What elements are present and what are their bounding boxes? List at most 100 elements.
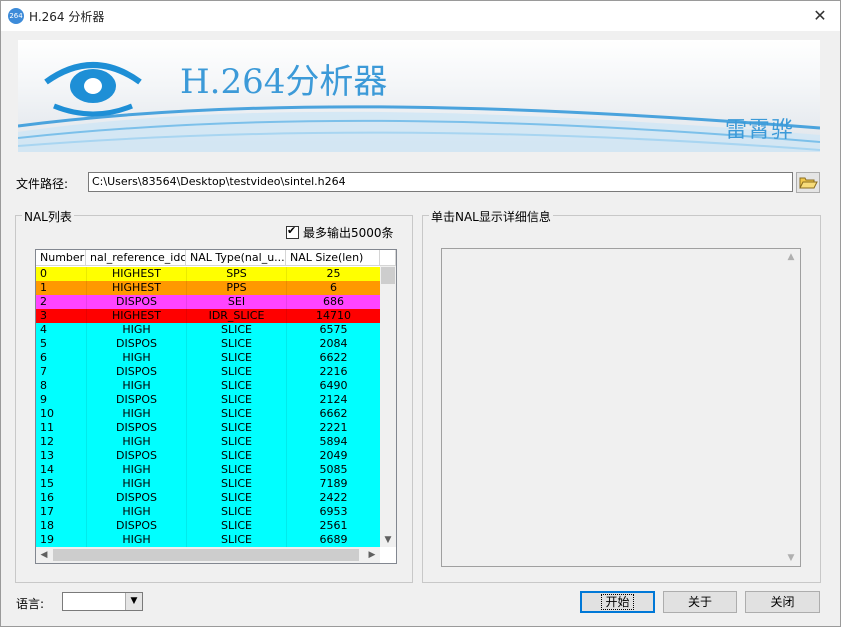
checkbox-checked-icon[interactable] bbox=[286, 224, 299, 239]
table-row[interactable]: 5 DISPOS SLICE 2084 bbox=[36, 337, 380, 351]
column-header-nal-type[interactable]: NAL Type(nal_u... bbox=[186, 250, 286, 266]
table-cell-size: 2422 bbox=[286, 491, 380, 505]
table-cell-number: 13 bbox=[40, 449, 54, 462]
scroll-up-icon[interactable]: ▲ bbox=[784, 252, 798, 262]
table-row[interactable]: 15 HIGH SLICE 7189 bbox=[36, 477, 380, 491]
table-cell-ref: HIGHEST bbox=[86, 281, 186, 295]
table-cell-number: 2 bbox=[40, 295, 47, 308]
table-row[interactable]: 11 DISPOS SLICE 2221 bbox=[36, 421, 380, 435]
table-row[interactable]: 8 HIGH SLICE 6490 bbox=[36, 379, 380, 393]
table-row[interactable]: 18 DISPOS SLICE 2561 bbox=[36, 519, 380, 533]
table-cell-type: SLICE bbox=[186, 351, 286, 365]
table-cell-number: 19 bbox=[40, 533, 54, 546]
column-header-spacer bbox=[380, 250, 396, 266]
scroll-left-icon[interactable]: ◀ bbox=[36, 547, 52, 563]
table-row[interactable]: 17 HIGH SLICE 6953 bbox=[36, 505, 380, 519]
table-cell-type: SLICE bbox=[186, 449, 286, 463]
table-cell-ref: HIGH bbox=[86, 505, 186, 519]
table-cell-type: SEI bbox=[186, 295, 286, 309]
table-cell-number: 9 bbox=[40, 393, 47, 406]
table-cell-ref: DISPOS bbox=[86, 519, 186, 533]
scroll-down-icon[interactable]: ▼ bbox=[784, 553, 798, 563]
table-row[interactable]: 12 HIGH SLICE 5894 bbox=[36, 435, 380, 449]
table-cell-ref: HIGH bbox=[86, 463, 186, 477]
table-row[interactable]: 0 HIGHEST SPS 25 bbox=[36, 267, 380, 281]
table-cell-ref: HIGH bbox=[86, 351, 186, 365]
table-cell-size: 6 bbox=[286, 281, 380, 295]
table-cell-ref: HIGH bbox=[86, 435, 186, 449]
language-select[interactable]: ▼ bbox=[62, 592, 143, 611]
table-row[interactable]: 10 HIGH SLICE 6662 bbox=[36, 407, 380, 421]
detail-textbox[interactable]: ▲ ▼ bbox=[441, 248, 801, 567]
table-cell-type: SLICE bbox=[186, 519, 286, 533]
close-button[interactable]: 关闭 bbox=[745, 591, 820, 613]
table-cell-number: 7 bbox=[40, 365, 47, 378]
start-button-label: 开始 bbox=[601, 594, 634, 610]
file-path-label: 文件路径: bbox=[16, 177, 69, 191]
horizontal-scroll-thumb[interactable] bbox=[53, 549, 359, 561]
table-cell-type: SLICE bbox=[186, 505, 286, 519]
banner-author: 雷霄骅 bbox=[724, 118, 794, 143]
dropdown-arrow-icon[interactable]: ▼ bbox=[125, 593, 142, 610]
about-button[interactable]: 关于 bbox=[663, 591, 737, 613]
table-cell-type: SLICE bbox=[186, 365, 286, 379]
table-cell-type: SLICE bbox=[186, 337, 286, 351]
table-row[interactable]: 1 HIGHEST PPS 6 bbox=[36, 281, 380, 295]
folder-open-icon bbox=[799, 177, 818, 189]
table-cell-type: SLICE bbox=[186, 421, 286, 435]
table-cell-type: SPS bbox=[186, 267, 286, 281]
table-row[interactable]: 14 HIGH SLICE 5085 bbox=[36, 463, 380, 477]
title-bar: 264 H.264 分析器 ✕ bbox=[1, 1, 840, 31]
table-cell-number: 12 bbox=[40, 435, 54, 448]
scroll-down-icon[interactable]: ▼ bbox=[380, 533, 396, 547]
table-cell-size: 6490 bbox=[286, 379, 380, 393]
table-row[interactable]: 9 DISPOS SLICE 2124 bbox=[36, 393, 380, 407]
table-cell-type: SLICE bbox=[186, 533, 286, 547]
table-cell-ref: DISPOS bbox=[86, 393, 186, 407]
vertical-scrollbar[interactable]: ▼ bbox=[380, 266, 396, 547]
start-button[interactable]: 开始 bbox=[580, 591, 655, 613]
table-row[interactable]: 13 DISPOS SLICE 2049 bbox=[36, 449, 380, 463]
table-cell-size: 14710 bbox=[286, 309, 380, 323]
table-row[interactable]: 19 HIGH SLICE 6689 bbox=[36, 533, 380, 547]
scroll-right-icon[interactable]: ▶ bbox=[364, 547, 380, 563]
table-cell-number: 10 bbox=[40, 407, 54, 420]
column-header-nal-size[interactable]: NAL Size(len) bbox=[286, 250, 380, 266]
nal-list-rows: 0 HIGHEST SPS 25 1 HIGHEST PPS 6 2 DISPOS SEI 686 3 H… bbox=[36, 267, 380, 547]
table-row[interactable]: 7 DISPOS SLICE 2216 bbox=[36, 365, 380, 379]
table-row[interactable]: 6 HIGH SLICE 6622 bbox=[36, 351, 380, 365]
table-cell-number: 11 bbox=[40, 421, 54, 434]
table-row[interactable]: 16 DISPOS SLICE 2422 bbox=[36, 491, 380, 505]
table-row[interactable]: 3 HIGHEST IDR_SLICE 14710 bbox=[36, 309, 380, 323]
table-cell-type: SLICE bbox=[186, 435, 286, 449]
table-cell-size: 6689 bbox=[286, 533, 380, 547]
window-close-button[interactable]: ✕ bbox=[810, 7, 830, 25]
column-header-number[interactable]: Number bbox=[36, 250, 86, 266]
table-cell-number: 6 bbox=[40, 351, 47, 364]
banner: H.264分析器 雷霄骅 bbox=[18, 40, 820, 152]
table-cell-size: 2221 bbox=[286, 421, 380, 435]
table-cell-number: 16 bbox=[40, 491, 54, 504]
horizontal-scrollbar[interactable]: ◀ ▶ bbox=[36, 547, 380, 563]
table-cell-size: 2049 bbox=[286, 449, 380, 463]
max-output-checkbox[interactable]: 最多输出5000条 bbox=[286, 224, 394, 241]
nal-list-view[interactable]: Number nal_reference_idc NAL Type(nal_u.… bbox=[35, 249, 397, 564]
table-cell-ref: DISPOS bbox=[86, 449, 186, 463]
browse-button[interactable] bbox=[796, 172, 820, 193]
table-cell-number: 0 bbox=[40, 267, 47, 280]
table-cell-number: 5 bbox=[40, 337, 47, 350]
window-title: H.264 分析器 bbox=[29, 10, 105, 24]
column-header-ref-idc[interactable]: nal_reference_idc bbox=[86, 250, 186, 266]
banner-graphic bbox=[18, 62, 820, 152]
table-cell-ref: HIGHEST bbox=[86, 267, 186, 281]
table-row[interactable]: 4 HIGH SLICE 6575 bbox=[36, 323, 380, 337]
table-cell-type: SLICE bbox=[186, 323, 286, 337]
table-row[interactable]: 2 DISPOS SEI 686 bbox=[36, 295, 380, 309]
file-path-input[interactable]: C:\Users\83564\Desktop\testvideo\sintel.… bbox=[88, 172, 793, 192]
table-cell-ref: DISPOS bbox=[86, 421, 186, 435]
table-cell-size: 6953 bbox=[286, 505, 380, 519]
vertical-scroll-thumb[interactable] bbox=[381, 267, 395, 284]
table-cell-ref: DISPOS bbox=[86, 491, 186, 505]
max-output-label: 最多输出5000条 bbox=[303, 226, 394, 240]
table-cell-ref: HIGHEST bbox=[86, 309, 186, 323]
